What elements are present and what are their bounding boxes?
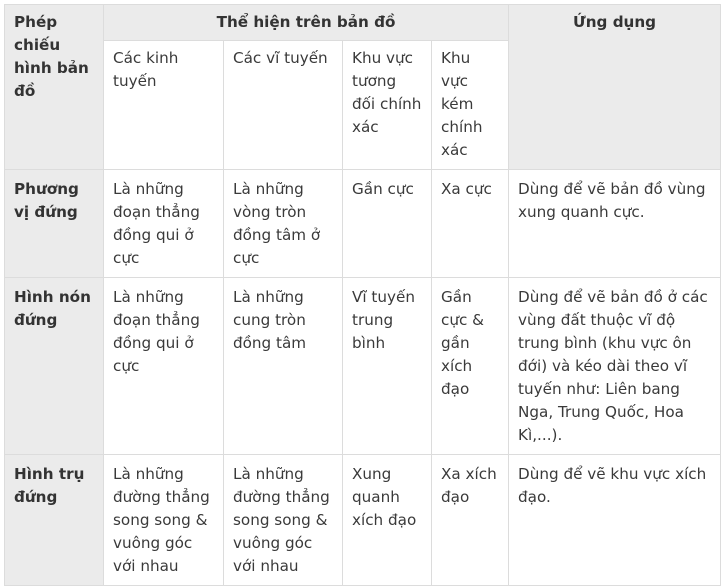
- table-row: Hình nón đứng Là những đoạn thẳng đồng q…: [4, 277, 722, 455]
- cell-accurate-area: Gần cực: [342, 169, 432, 278]
- cell-application: Dùng để vẽ bản đồ vùng xung quanh cực.: [508, 169, 722, 278]
- cell-application: Dùng để vẽ bản đồ ở các vùng đất thuộc v…: [508, 277, 722, 455]
- cell-application: Dùng để vẽ khu vực xích đạo.: [508, 454, 722, 586]
- header-parallels: Các vĩ tuyến: [223, 40, 343, 170]
- map-projection-table: Phép chiếu hình bản đồ Thể hiện trên bản…: [4, 4, 722, 586]
- cell-parallels: Là những đường thẳng song song & vuông g…: [223, 454, 343, 586]
- cell-meridians: Là những đoạn thẳng đồng qui ở cực: [103, 277, 224, 455]
- row-projection-name: Hình trụ đứng: [4, 454, 104, 586]
- header-application: Ứng dụng: [508, 4, 722, 170]
- row-projection-name: Hình nón đứng: [4, 277, 104, 455]
- header-accurate-area: Khu vực tương đối chính xác: [342, 40, 432, 170]
- header-projection: Phép chiếu hình bản đồ: [4, 4, 104, 170]
- row-projection-name: Phương vị đứng: [4, 169, 104, 278]
- cell-accurate-area: Xung quanh xích đạo: [342, 454, 432, 586]
- cell-inaccurate-area: Xa xích đạo: [430, 454, 510, 586]
- cell-meridians: Là những đường thẳng song song & vuông g…: [103, 454, 224, 586]
- cell-parallels: Là những vòng tròn đồng tâm ở cực: [223, 169, 343, 278]
- table-row: Phương vị đứng Là những đoạn thẳng đồng …: [4, 169, 722, 278]
- header-meridians: Các kinh tuyến: [103, 40, 224, 170]
- cell-accurate-area: Vĩ tuyến trung bình: [342, 277, 432, 455]
- header-shown-on-map: Thể hiện trên bản đồ: [102, 4, 510, 41]
- table-row: Hình trụ đứng Là những đường thẳng song …: [4, 454, 722, 586]
- cell-inaccurate-area: Gần cực & gần xích đạo: [430, 277, 510, 455]
- header-row-group: Phép chiếu hình bản đồ Thể hiện trên bản…: [4, 4, 722, 170]
- cell-inaccurate-area: Xa cực: [430, 169, 510, 278]
- cell-parallels: Là những cung tròn đồng tâm: [223, 277, 343, 455]
- header-inaccurate-area: Khu vực kém chính xác: [430, 40, 510, 170]
- cell-meridians: Là những đoạn thẳng đồng qui ở cực: [103, 169, 224, 278]
